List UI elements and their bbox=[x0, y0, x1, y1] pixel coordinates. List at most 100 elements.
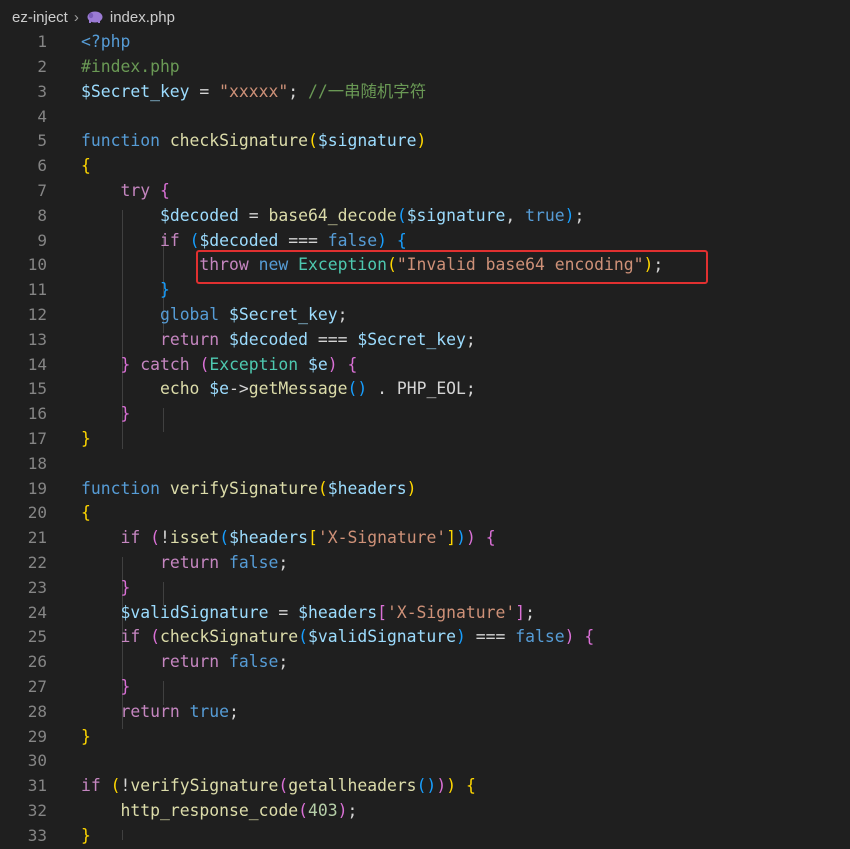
line-number: 14 bbox=[27, 354, 47, 374]
line-number: 19 bbox=[27, 478, 47, 498]
code-token: isset bbox=[169, 528, 220, 548]
line-number: 30 bbox=[27, 751, 47, 771]
breadcrumb: ez-inject › index.php bbox=[0, 0, 850, 34]
code-token: ! bbox=[159, 528, 170, 548]
code-line[interactable]: 30 bbox=[0, 749, 850, 774]
code-text: } bbox=[81, 427, 91, 452]
code-token: 'X-Signature' bbox=[317, 528, 447, 548]
breadcrumb-folder[interactable]: ez-inject bbox=[12, 9, 68, 26]
line-number: 15 bbox=[27, 379, 47, 399]
code-line[interactable]: 18 bbox=[0, 452, 850, 477]
code-token: false bbox=[515, 627, 565, 647]
code-line[interactable]: 31 if (!verifySignature(getallheaders()))… bbox=[0, 774, 850, 799]
line-number: 10 bbox=[27, 255, 47, 275]
code-token: $validSignature bbox=[120, 602, 269, 622]
code-line[interactable]: 25 if (checkSignature($validSignature) =… bbox=[0, 625, 850, 650]
code-text: } bbox=[81, 402, 130, 427]
code-line[interactable]: 27 } bbox=[0, 675, 850, 700]
code-line[interactable]: 21 if (!isset($headers['X-Signature'])) … bbox=[0, 526, 850, 551]
code-text: global $Secret_key; bbox=[81, 303, 348, 328]
code-line[interactable]: 29} bbox=[0, 725, 850, 750]
code-line[interactable]: 14 } catch (Exception $e) { bbox=[0, 353, 850, 378]
code-text: { bbox=[81, 154, 91, 179]
code-text: #index.php bbox=[81, 55, 180, 80]
code-text: try { bbox=[81, 179, 169, 204]
code-line[interactable]: 33} bbox=[0, 824, 850, 849]
code-text: } bbox=[81, 725, 91, 750]
code-token: ) bbox=[416, 131, 427, 151]
code-line[interactable]: 7 try { bbox=[0, 179, 850, 204]
code-line[interactable]: 13 return $decoded === $Secret_key; bbox=[0, 328, 850, 353]
code-text: } bbox=[81, 576, 130, 601]
code-token: checkSignature bbox=[169, 131, 308, 151]
code-token: ) bbox=[436, 776, 447, 796]
line-number: 28 bbox=[27, 701, 47, 721]
code-line[interactable]: 23 } bbox=[0, 576, 850, 601]
line-number: 31 bbox=[27, 776, 47, 796]
line-number: 33 bbox=[27, 825, 47, 845]
code-text: $decoded = base64_decode($signature, tru… bbox=[81, 204, 584, 229]
code-token: ) bbox=[337, 801, 348, 820]
code-token: $Secret_key bbox=[229, 305, 338, 324]
code-line[interactable]: 8 $decoded = base64_decode($signature, t… bbox=[0, 204, 850, 229]
code-token: ; bbox=[278, 553, 289, 572]
code-line[interactable]: 3 $Secret_key = "xxxxx"; //一串随机字符 bbox=[0, 80, 850, 105]
code-line[interactable]: 15 echo $e->getMessage() . PHP_EOL; bbox=[0, 377, 850, 402]
code-line[interactable]: 26 return false; bbox=[0, 650, 850, 675]
chevron-right-icon: › bbox=[73, 8, 79, 26]
code-line[interactable]: 2 #index.php bbox=[0, 55, 850, 80]
code-token: ( bbox=[219, 528, 230, 548]
code-token: -> bbox=[229, 379, 249, 399]
code-line[interactable]: 32 http_response_code(403); bbox=[0, 799, 850, 824]
code-line[interactable]: 1 <?php bbox=[0, 30, 850, 55]
code-token: function bbox=[81, 478, 170, 498]
code-token: ) bbox=[456, 528, 466, 548]
code-line[interactable]: 4 bbox=[0, 105, 850, 130]
code-token: ) bbox=[564, 627, 585, 647]
code-token: ) bbox=[327, 354, 348, 374]
code-line[interactable]: 22 return false; bbox=[0, 551, 850, 576]
code-token: $headers bbox=[327, 478, 407, 498]
code-token: ! bbox=[120, 776, 131, 796]
code-token: false bbox=[229, 652, 279, 672]
breadcrumb-file[interactable]: index.php bbox=[110, 9, 175, 26]
code-line[interactable]: 20 { bbox=[0, 501, 850, 526]
code-line[interactable]: 6{ bbox=[0, 154, 850, 179]
code-token: $signature bbox=[317, 131, 417, 151]
code-editor[interactable]: 1 <?php 2 #index.php 3 $Secret_key = "xxxxx";… bbox=[0, 30, 850, 845]
code-line[interactable]: 12 global $Secret_key; bbox=[0, 303, 850, 328]
code-token: catch bbox=[140, 354, 200, 374]
code-token: return bbox=[159, 329, 230, 349]
code-line[interactable]: 5 function checkSignature($signature) bbox=[0, 129, 850, 154]
code-line[interactable]: 28 return true; bbox=[0, 700, 850, 725]
code-token: { bbox=[396, 230, 407, 250]
code-text: return false; bbox=[81, 551, 288, 576]
code-token: if bbox=[120, 528, 151, 548]
code-line[interactable]: 24 $validSignature = $headers['X-Signatu… bbox=[0, 601, 850, 626]
code-token: } bbox=[120, 404, 131, 424]
line-number: 8 bbox=[37, 205, 47, 225]
code-token: } bbox=[120, 354, 141, 374]
code-token: ( bbox=[110, 776, 121, 796]
code-line[interactable]: 19 function verifySignature($headers) bbox=[0, 477, 850, 502]
code-token: function bbox=[81, 131, 170, 151]
code-token: getMessage bbox=[248, 379, 348, 399]
code-line[interactable]: 16 } bbox=[0, 402, 850, 427]
code-token: #index.php bbox=[81, 57, 180, 76]
code-text: return $decoded === $Secret_key; bbox=[81, 328, 476, 353]
code-token: { bbox=[81, 156, 91, 176]
code-token: ( bbox=[307, 131, 318, 151]
code-token: () bbox=[347, 379, 368, 399]
code-token: ; bbox=[465, 379, 476, 399]
code-line[interactable]: 17} bbox=[0, 427, 850, 452]
code-token: ; bbox=[337, 305, 348, 324]
code-token: ( bbox=[396, 205, 407, 225]
